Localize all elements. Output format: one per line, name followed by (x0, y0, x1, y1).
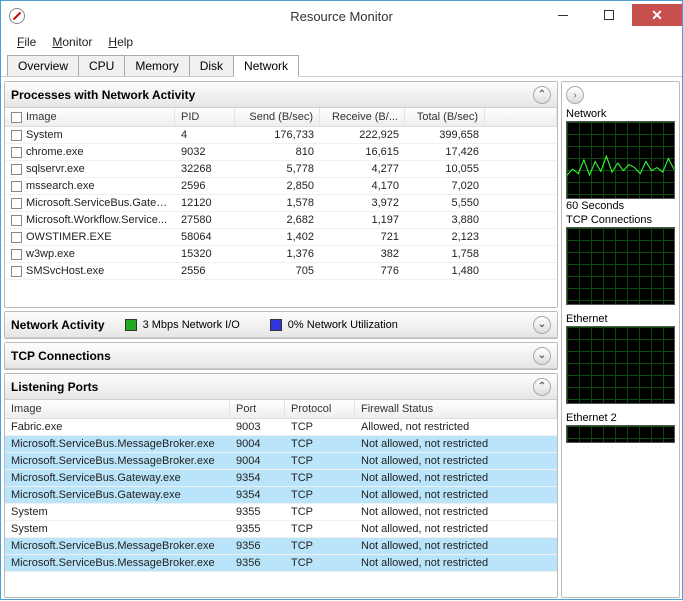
charts-collapse-button[interactable]: › (566, 86, 584, 104)
panel-ports-title: Listening Ports (11, 380, 98, 394)
row-checkbox[interactable] (11, 181, 22, 192)
table-row[interactable]: OWSTIMER.EXE 580641,4027212,123 (5, 229, 557, 246)
menubar: File Monitor Help (1, 31, 682, 53)
menu-help[interactable]: Help (102, 33, 139, 51)
row-checkbox[interactable] (11, 232, 22, 243)
collapse-button[interactable]: ⌄ (533, 347, 551, 365)
table-row[interactable]: w3wp.exe 153201,3763821,758 (5, 246, 557, 263)
panel-activity-title: Network Activity (11, 318, 105, 332)
tab-cpu[interactable]: CPU (78, 55, 125, 76)
chart-tcp-label: TCP Connections (566, 214, 675, 226)
chart-network (566, 121, 675, 199)
row-checkbox[interactable] (11, 266, 22, 277)
table-row[interactable]: Microsoft.ServiceBus.MessageBroker.exe90… (5, 453, 557, 470)
menu-file[interactable]: File (11, 33, 42, 51)
menu-monitor[interactable]: Monitor (46, 33, 98, 51)
chart-seconds-label: 60 Seconds (566, 200, 675, 212)
row-checkbox[interactable] (11, 249, 22, 260)
tabbar: Overview CPU Memory Disk Network (1, 53, 682, 77)
row-checkbox[interactable] (11, 215, 22, 226)
chart-tcp (566, 227, 675, 305)
ports-grid[interactable]: Fabric.exe9003TCPAllowed, not restricted… (5, 419, 557, 597)
tab-disk[interactable]: Disk (189, 55, 234, 76)
table-row[interactable]: Microsoft.Workflow.Service... 275802,682… (5, 212, 557, 229)
chart-network-label: Network (566, 108, 675, 120)
row-checkbox[interactable] (11, 130, 22, 141)
row-checkbox[interactable] (11, 147, 22, 158)
table-row[interactable]: sqlservr.exe 322685,7784,27710,055 (5, 161, 557, 178)
table-row[interactable]: System9355TCPNot allowed, not restricted (5, 504, 557, 521)
row-checkbox[interactable] (11, 198, 22, 209)
processes-header: Image PID Send (B/sec) Receive (B/... To… (5, 108, 557, 127)
minimize-button[interactable] (540, 4, 586, 26)
window-title: Resource Monitor (290, 9, 393, 24)
table-row[interactable]: Fabric.exe9003TCPAllowed, not restricted (5, 419, 557, 436)
tab-memory[interactable]: Memory (124, 55, 189, 76)
table-row[interactable]: Microsoft.ServiceBus.Gateway.exe9354TCPN… (5, 487, 557, 504)
table-row[interactable]: Microsoft.ServiceBus.MessageBroker.exe93… (5, 538, 557, 555)
legend-blue-icon (270, 319, 282, 331)
tab-network[interactable]: Network (233, 55, 299, 76)
collapse-button[interactable]: ⌄ (533, 316, 551, 334)
row-checkbox[interactable] (11, 164, 22, 175)
panel-network-activity: Network Activity 3 Mbps Network I/O 0% N… (4, 311, 558, 339)
chart-ethernet2 (566, 425, 675, 443)
panel-ports: Listening Ports ⌃ Image Port Protocol Fi… (4, 373, 558, 598)
table-row[interactable]: System 4176,733222,925399,658 (5, 127, 557, 144)
ports-header: Image Port Protocol Firewall Status (5, 400, 557, 419)
table-row[interactable]: Microsoft.ServiceBus.MessageBroker.exe90… (5, 436, 557, 453)
chart-eth2-label: Ethernet 2 (566, 412, 675, 424)
table-row[interactable]: Microsoft.ServiceBus.MessageBroker.exe93… (5, 555, 557, 572)
table-row[interactable]: mssearch.exe 25962,8504,1707,020 (5, 178, 557, 195)
processes-grid[interactable]: System 4176,733222,925399,658chrome.exe … (5, 127, 557, 307)
collapse-button[interactable]: ⌃ (533, 378, 551, 396)
checkbox-all[interactable] (11, 112, 22, 123)
panel-processes-title: Processes with Network Activity (11, 88, 195, 102)
table-row[interactable]: SMSvcHost.exe 25567057761,480 (5, 263, 557, 280)
table-row[interactable]: Microsoft.ServiceBus.Gatew... 121201,578… (5, 195, 557, 212)
maximize-button[interactable] (586, 4, 632, 26)
legend-green-icon (125, 319, 137, 331)
app-icon (9, 8, 25, 24)
tab-overview[interactable]: Overview (7, 55, 79, 76)
table-row[interactable]: Microsoft.ServiceBus.Gateway.exe9354TCPN… (5, 470, 557, 487)
chart-ethernet (566, 326, 675, 404)
panel-tcp-title: TCP Connections (11, 349, 111, 363)
chart-eth-label: Ethernet (566, 313, 675, 325)
panel-processes: Processes with Network Activity ⌃ Image … (4, 81, 558, 308)
panel-tcp: TCP Connections ⌄ (4, 342, 558, 370)
table-row[interactable]: System9355TCPNot allowed, not restricted (5, 521, 557, 538)
close-button[interactable] (632, 4, 682, 26)
table-row[interactable]: chrome.exe 903281016,61517,426 (5, 144, 557, 161)
titlebar: Resource Monitor (1, 1, 682, 31)
collapse-button[interactable]: ⌃ (533, 86, 551, 104)
